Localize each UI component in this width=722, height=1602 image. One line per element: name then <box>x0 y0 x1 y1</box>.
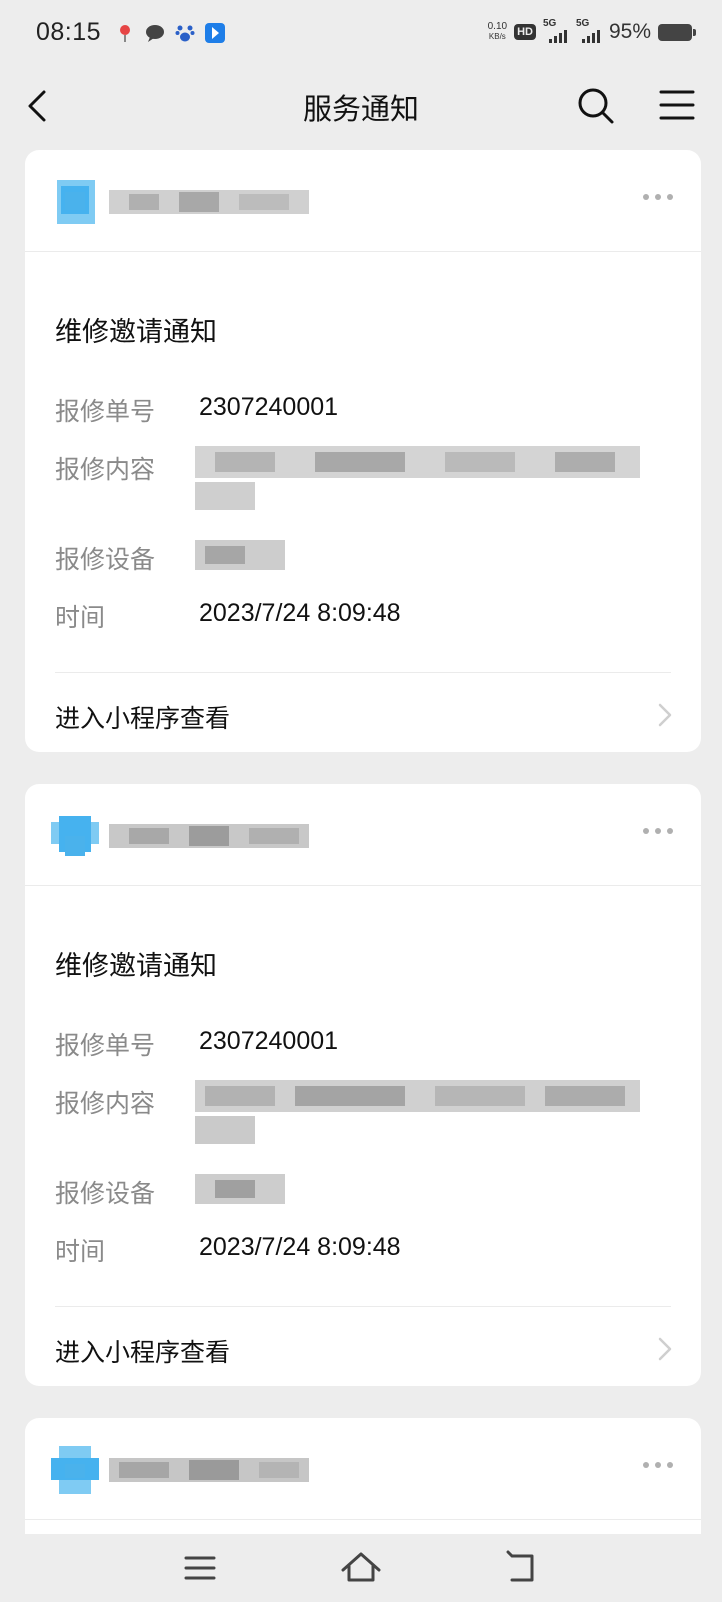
field-label: 报修内容 <box>55 1089 156 1118</box>
paw-icon <box>175 25 195 42</box>
field-value: 2023/7/24 8:09:48 <box>199 599 401 627</box>
card-header[interactable] <box>25 784 701 886</box>
more-options-icon[interactable] <box>643 828 673 834</box>
menu-icon[interactable] <box>654 82 700 128</box>
divider <box>55 1306 671 1307</box>
more-options-icon[interactable] <box>643 1462 673 1468</box>
status-bar: 08:15 0.10 KB/s HD 5G 5G 95% <box>0 0 722 66</box>
field-value: 2307240001 <box>199 1027 339 1055</box>
field-label: 报修设备 <box>55 545 156 574</box>
sim1-label: 5G <box>542 18 557 29</box>
app-name-redacted <box>109 190 309 214</box>
notification-icons <box>114 22 226 44</box>
content-redacted <box>195 446 640 510</box>
field-value: 2307240001 <box>199 393 339 421</box>
chat-bubble-icon <box>146 25 164 42</box>
card-header[interactable] <box>25 150 701 252</box>
content-redacted <box>195 1080 640 1144</box>
field-label: 报修设备 <box>55 1179 156 1208</box>
nav-bar: 服务通知 <box>0 66 722 148</box>
recents-icon[interactable] <box>176 1544 224 1592</box>
app-avatar <box>51 816 99 856</box>
device-redacted <box>195 540 285 570</box>
field-value: 2023/7/24 8:09:48 <box>199 1233 401 1261</box>
map-pin-icon <box>120 25 130 42</box>
field-label: 时间 <box>55 603 106 632</box>
back-icon[interactable] <box>498 1544 546 1592</box>
app-badge-icon <box>205 23 225 43</box>
net-speed-value: 0.10 <box>487 21 508 32</box>
card-header[interactable] <box>25 1418 701 1520</box>
notification-title: 维修邀请通知 <box>55 951 217 982</box>
divider <box>55 672 671 673</box>
notification-title: 维修邀请通知 <box>55 317 217 348</box>
field-label: 报修单号 <box>55 397 156 426</box>
system-nav-bar <box>0 1534 722 1602</box>
chevron-right-icon <box>658 703 672 727</box>
battery-percent: 95% <box>608 20 651 43</box>
app-name-redacted <box>109 1458 309 1482</box>
app-avatar <box>51 1446 99 1494</box>
chevron-right-icon <box>658 1337 672 1361</box>
search-icon[interactable] <box>572 82 618 128</box>
field-label: 时间 <box>55 1237 106 1266</box>
open-miniprogram-link[interactable]: 进入小程序查看 <box>55 699 230 735</box>
app-avatar <box>57 180 95 224</box>
app-name-redacted <box>109 824 309 848</box>
open-miniprogram-link[interactable]: 进入小程序查看 <box>55 1333 230 1369</box>
field-label: 报修单号 <box>55 1031 156 1060</box>
status-time: 08:15 <box>36 18 102 46</box>
field-label: 报修内容 <box>55 455 156 484</box>
net-speed-unit: KB/s <box>488 32 506 41</box>
home-icon[interactable] <box>337 1544 385 1592</box>
hd-badge: HD <box>514 24 536 40</box>
signal-sim2-icon: 5G <box>575 18 602 43</box>
system-status: 0.10 KB/s HD 5G 5G 95% <box>488 18 696 44</box>
more-options-icon[interactable] <box>643 194 673 200</box>
notification-card: 维修邀请通知 报修单号 2307240001 报修内容 报修设备 时间 2023… <box>25 150 701 752</box>
signal-sim1-icon: 5G <box>542 18 569 43</box>
device-redacted <box>195 1174 285 1204</box>
notification-card: 维修邀请通知 报修单号 2307240001 报修内容 报修设备 时间 2023… <box>25 784 701 1386</box>
battery-icon <box>658 23 696 41</box>
net-speed: 0.10 KB/s <box>488 22 507 42</box>
sim2-label: 5G <box>575 18 590 29</box>
